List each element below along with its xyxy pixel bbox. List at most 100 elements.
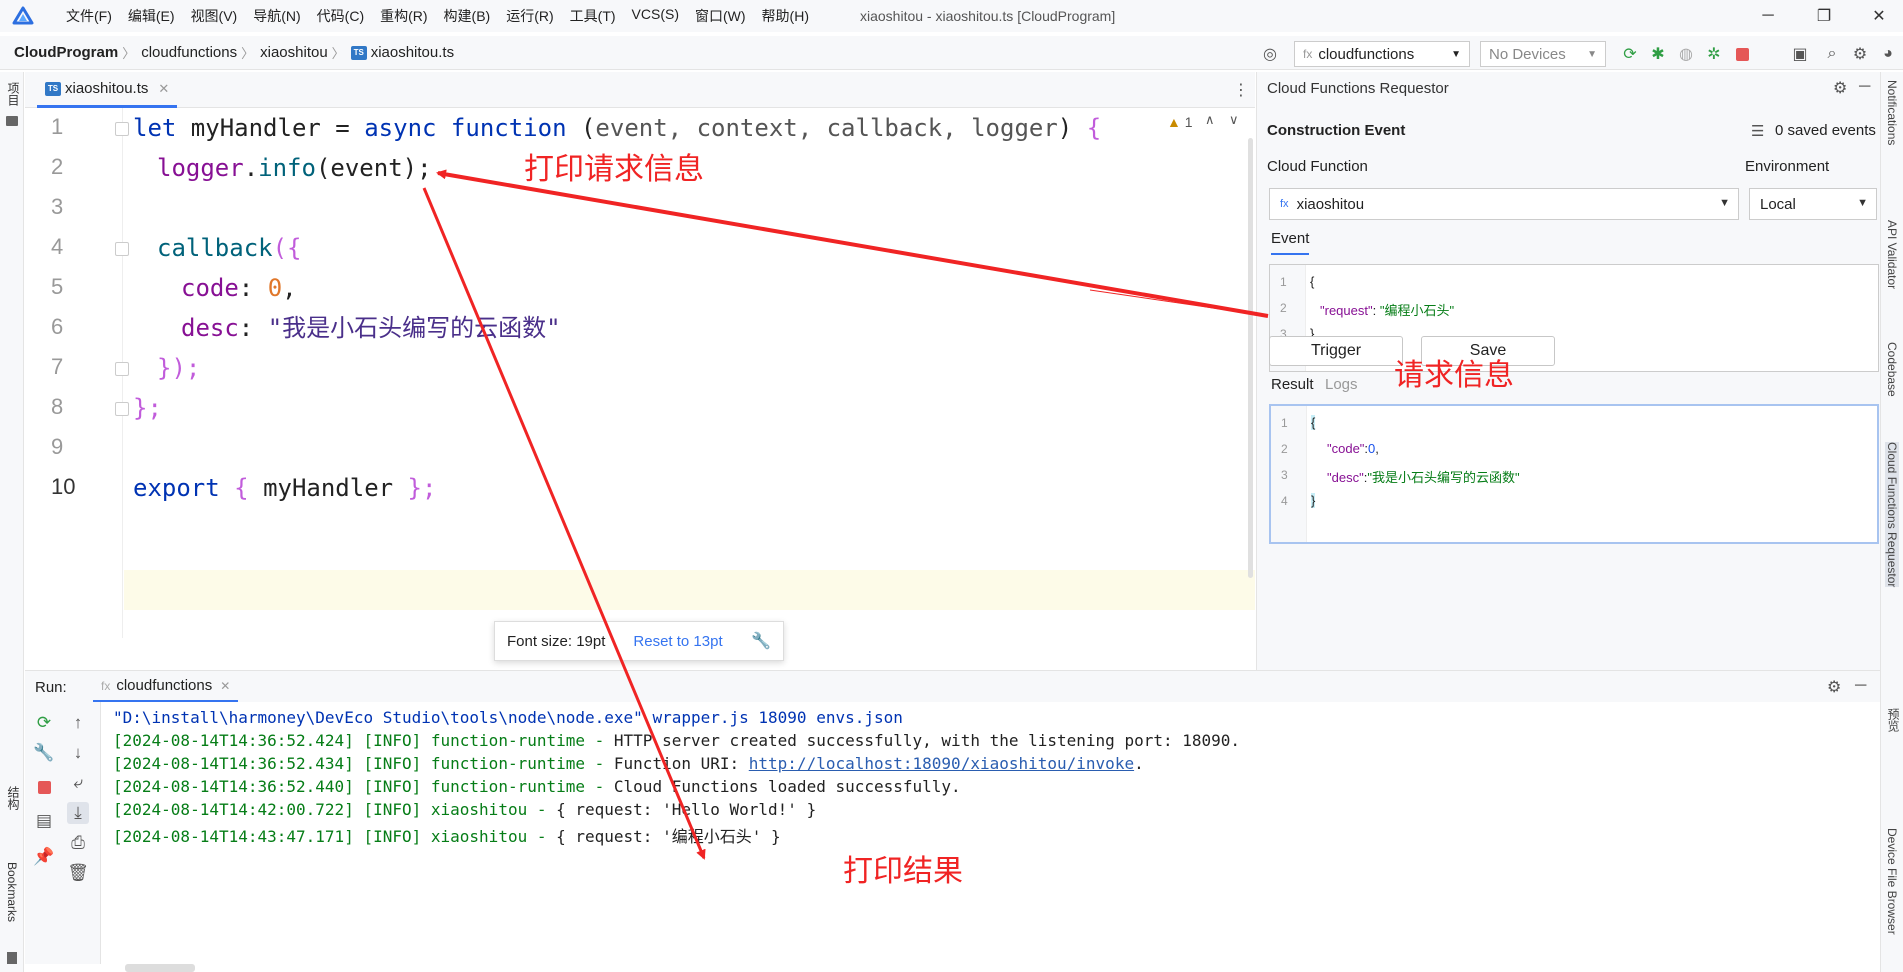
function-icon: fx [1280, 198, 1289, 210]
api-validator-tab[interactable]: API Validator [1885, 220, 1899, 289]
settings-gear-icon[interactable]: ⚙ [1850, 44, 1870, 64]
run-settings-gear-icon[interactable]: ⚙ [1827, 677, 1841, 697]
device-manager-icon[interactable]: ▣ [1790, 44, 1810, 64]
hide-panel-icon[interactable]: ─ [1859, 78, 1870, 96]
tab-xiaoshitou-ts[interactable]: TS xiaoshitou.ts ✕ [37, 72, 178, 108]
run-console-output[interactable]: "D:\install\harmoney\DevEco Studio\tools… [101, 702, 1880, 964]
menu-build[interactable]: 构建(B) [436, 6, 499, 26]
bookmark-icon[interactable] [7, 952, 17, 964]
close-tab-icon[interactable]: ✕ [158, 81, 169, 97]
breadcrumb-folder[interactable]: cloudfunctions [135, 44, 241, 61]
menu-file[interactable]: 文件(F) [58, 6, 120, 26]
menu-help[interactable]: 帮助(H) [754, 6, 817, 26]
search-icon[interactable]: ⌕ [1822, 44, 1842, 64]
soft-wrap-icon[interactable]: ⤶ [67, 772, 89, 794]
more-options-icon[interactable]: ⋮ [1233, 80, 1249, 100]
function-uri-link[interactable]: http://localhost:18090/xiaoshitou/invoke [749, 754, 1134, 773]
tab-logs[interactable]: Logs [1325, 376, 1358, 393]
fold-marker-icon[interactable] [115, 122, 129, 136]
function-icon: fx [1303, 47, 1313, 61]
menu-window[interactable]: 窗口(W) [687, 6, 754, 26]
account-icon[interactable]: ◕ [1878, 44, 1898, 64]
up-arrow-icon[interactable]: ↑ [67, 712, 89, 734]
stop-icon[interactable] [33, 776, 55, 798]
menu-run[interactable]: 运行(R) [498, 6, 561, 26]
result-json-close: } [1311, 493, 1316, 508]
menu-view[interactable]: 视图(V) [183, 6, 246, 26]
result-viewer[interactable]: 1 2 3 4 { "code":0, "desc":"我是小石头编写的云函数"… [1269, 404, 1879, 544]
menu-navigate[interactable]: 导航(N) [245, 6, 308, 26]
right-tool-strip: Notifications API Validator Codebase Clo… [1880, 72, 1903, 972]
breadcrumb-project[interactable]: CloudProgram [8, 44, 122, 61]
line-number: 1 [51, 114, 64, 139]
menu-tools[interactable]: 工具(T) [562, 6, 624, 26]
device-label: No Devices [1489, 45, 1566, 63]
minimize-button[interactable]: ─ [1755, 4, 1781, 28]
device-file-browser-tab[interactable]: Device File Browser [1885, 828, 1899, 935]
notifications-tab[interactable]: Notifications [1885, 80, 1899, 145]
code-line-7: }); [157, 354, 201, 382]
bookmarks-tool-window-label[interactable]: Bookmarks [5, 862, 19, 922]
trigger-button[interactable]: Trigger [1269, 336, 1403, 366]
tab-cloudfunctions-run[interactable]: fx cloudfunctions ✕ [93, 671, 239, 703]
hide-run-panel-icon[interactable]: ─ [1855, 677, 1866, 695]
tab-result[interactable]: Result [1271, 376, 1314, 393]
preview-tab[interactable]: 预览 [1885, 708, 1902, 732]
menu-refactor[interactable]: 重构(R) [372, 6, 435, 26]
close-window-button[interactable]: ✕ [1866, 4, 1892, 28]
stop-icon[interactable] [1732, 44, 1752, 64]
fold-marker-icon[interactable] [115, 362, 129, 376]
editor-tab-bar: TS xiaoshitou.ts ✕ ⋮ [25, 72, 1255, 108]
fold-marker-icon[interactable] [115, 402, 129, 416]
breadcrumb-file[interactable]: TS xiaoshitou.ts [345, 44, 458, 61]
print-icon[interactable]: ⎙ [67, 832, 89, 854]
wrench-icon[interactable]: 🔧 [33, 742, 55, 764]
profile-icon[interactable]: ◍ [1676, 44, 1696, 64]
line-number: 8 [51, 394, 64, 419]
pin-icon[interactable]: 📌 [33, 846, 55, 868]
menu-code[interactable]: 代码(C) [309, 6, 372, 26]
saved-events-list-icon[interactable]: ☰ [1751, 122, 1764, 140]
rerun-icon[interactable]: ⟳ [1620, 44, 1640, 64]
environment-select[interactable]: Local ▼ [1749, 188, 1877, 220]
panel-settings-gear-icon[interactable]: ⚙ [1833, 78, 1847, 98]
warning-indicator[interactable]: ▲ 1 [1167, 114, 1193, 130]
next-highlight-icon[interactable]: ∨ [1229, 112, 1239, 128]
scrollbar-thumb[interactable] [1248, 138, 1253, 578]
scroll-to-end-icon[interactable]: ⤓ [67, 802, 89, 824]
editor-scrollbar[interactable] [1245, 108, 1255, 578]
trash-icon[interactable]: 🗑 [67, 862, 89, 884]
down-arrow-icon[interactable]: ↓ [67, 742, 89, 764]
run-config-selector[interactable]: fx cloudfunctions ▼ [1294, 41, 1470, 67]
cloud-functions-requestor-tab[interactable]: Cloud Functions Requestor [1885, 442, 1899, 588]
reset-font-size-link[interactable]: Reset to 13pt [633, 633, 722, 650]
cloud-function-select[interactable]: fx xiaoshitou ▼ [1269, 188, 1739, 220]
menu-vcs[interactable]: VCS(S) [624, 6, 687, 26]
device-selector[interactable]: No Devices ▼ [1480, 41, 1606, 67]
wrench-icon[interactable]: 🔧 [751, 631, 771, 651]
debug-icon[interactable]: ✱ [1648, 44, 1668, 64]
navigation-bar: CloudProgram 〉 cloudfunctions 〉 xiaoshit… [0, 36, 1903, 70]
horizontal-scrollbar[interactable] [125, 964, 195, 972]
codebase-tab[interactable]: Codebase [1885, 342, 1899, 397]
structure-tool-window-label[interactable]: 结构 [5, 786, 22, 810]
attach-debugger-icon[interactable]: ✲ [1704, 44, 1724, 64]
fold-marker-icon[interactable] [115, 242, 129, 256]
rerun-icon[interactable]: ⟳ [33, 712, 55, 734]
layout-icon[interactable]: ▤ [33, 810, 55, 832]
previous-highlight-icon[interactable]: ∧ [1205, 112, 1215, 128]
annotation-request-info: 请求信息 [1394, 359, 1514, 392]
target-icon[interactable]: ◎ [1260, 44, 1280, 64]
run-tab-label: cloudfunctions [116, 677, 213, 694]
deveco-logo-icon[interactable] [10, 3, 36, 29]
close-tab-icon[interactable]: ✕ [220, 679, 230, 693]
folder-icon[interactable] [6, 116, 18, 126]
saved-events-count[interactable]: 0 saved events [1775, 122, 1876, 139]
maximize-button[interactable]: ❐ [1811, 4, 1837, 28]
menu-edit[interactable]: 编辑(E) [120, 6, 183, 26]
project-tool-window-label[interactable]: 项目 [5, 82, 22, 106]
tab-event[interactable]: Event [1271, 230, 1310, 255]
code-line-10: export { myHandler }; [133, 474, 437, 502]
breadcrumb-subfolder[interactable]: xiaoshitou [254, 44, 332, 61]
line-number: 3 [1281, 468, 1288, 482]
